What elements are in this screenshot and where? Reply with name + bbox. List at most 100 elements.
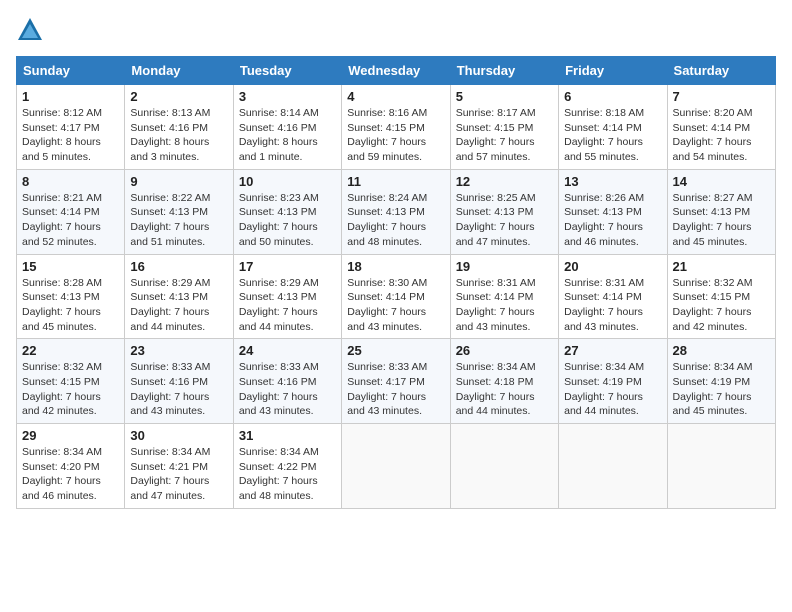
day-info: Sunrise: 8:32 AM Sunset: 4:15 PM Dayligh… xyxy=(22,360,119,419)
calendar-cell: 25Sunrise: 8:33 AM Sunset: 4:17 PM Dayli… xyxy=(342,339,450,424)
day-number: 20 xyxy=(564,259,661,274)
day-number: 10 xyxy=(239,174,336,189)
day-number: 14 xyxy=(673,174,770,189)
weekday-header-saturday: Saturday xyxy=(667,57,775,85)
day-info: Sunrise: 8:28 AM Sunset: 4:13 PM Dayligh… xyxy=(22,276,119,335)
day-number: 23 xyxy=(130,343,227,358)
day-number: 31 xyxy=(239,428,336,443)
day-info: Sunrise: 8:34 AM Sunset: 4:19 PM Dayligh… xyxy=(673,360,770,419)
calendar-cell: 3 Sunrise: 8:14 AM Sunset: 4:16 PM Daylig… xyxy=(233,85,341,170)
calendar-cell xyxy=(559,424,667,509)
weekday-header-monday: Monday xyxy=(125,57,233,85)
day-info: Sunrise: 8:34 AM Sunset: 4:20 PM Dayligh… xyxy=(22,445,119,504)
day-number: 27 xyxy=(564,343,661,358)
day-info: Sunrise: 8:32 AM Sunset: 4:15 PM Dayligh… xyxy=(673,276,770,335)
calendar-cell: 2 Sunrise: 8:13 AM Sunset: 4:16 PM Daylig… xyxy=(125,85,233,170)
calendar-cell: 7Sunrise: 8:20 AM Sunset: 4:14 PM Daylig… xyxy=(667,85,775,170)
day-number: 4 xyxy=(347,89,444,104)
day-number: 30 xyxy=(130,428,227,443)
day-number: 9 xyxy=(130,174,227,189)
calendar-cell: 4 Sunrise: 8:16 AM Sunset: 4:15 PM Daylig… xyxy=(342,85,450,170)
day-info: Sunrise: 8:31 AM Sunset: 4:14 PM Dayligh… xyxy=(564,276,661,335)
calendar-cell: 21 Sunrise: 8:32 AM Sunset: 4:15 PM Dayli… xyxy=(667,254,775,339)
day-info: Sunrise: 8:30 AM Sunset: 4:14 PM Dayligh… xyxy=(347,276,444,335)
weekday-header-thursday: Thursday xyxy=(450,57,558,85)
calendar-cell: 26 Sunrise: 8:34 AM Sunset: 4:18 PM Dayli… xyxy=(450,339,558,424)
calendar-cell: 1 Sunrise: 8:12 AM Sunset: 4:17 PM Daylig… xyxy=(17,85,125,170)
calendar-cell: 27 Sunrise: 8:34 AM Sunset: 4:19 PM Dayli… xyxy=(559,339,667,424)
day-info: Sunrise: 8:34 AM Sunset: 4:19 PM Dayligh… xyxy=(564,360,661,419)
day-info: Sunrise: 8:33 AM Sunset: 4:16 PM Dayligh… xyxy=(239,360,336,419)
day-number: 17 xyxy=(239,259,336,274)
day-info: Sunrise: 8:26 AM Sunset: 4:13 PM Dayligh… xyxy=(564,191,661,250)
day-info: Sunrise: 8:34 AM Sunset: 4:21 PM Dayligh… xyxy=(130,445,227,504)
calendar-cell: 6 Sunrise: 8:18 AM Sunset: 4:14 PM Daylig… xyxy=(559,85,667,170)
day-info: Sunrise: 8:31 AM Sunset: 4:14 PM Dayligh… xyxy=(456,276,553,335)
day-number: 29 xyxy=(22,428,119,443)
calendar-cell: 15 Sunrise: 8:28 AM Sunset: 4:13 PM Dayli… xyxy=(17,254,125,339)
day-info: Sunrise: 8:21 AM Sunset: 4:14 PM Dayligh… xyxy=(22,191,119,250)
calendar-cell: 13Sunrise: 8:26 AM Sunset: 4:13 PM Dayli… xyxy=(559,169,667,254)
day-info: Sunrise: 8:18 AM Sunset: 4:14 PM Dayligh… xyxy=(564,106,661,165)
day-number: 19 xyxy=(456,259,553,274)
calendar-cell: 18 Sunrise: 8:30 AM Sunset: 4:14 PM Dayli… xyxy=(342,254,450,339)
calendar-cell xyxy=(450,424,558,509)
calendar-cell: 19 Sunrise: 8:31 AM Sunset: 4:14 PM Dayli… xyxy=(450,254,558,339)
day-number: 7 xyxy=(673,89,770,104)
weekday-header-friday: Friday xyxy=(559,57,667,85)
day-number: 3 xyxy=(239,89,336,104)
day-number: 5 xyxy=(456,89,553,104)
day-info: Sunrise: 8:24 AM Sunset: 4:13 PM Dayligh… xyxy=(347,191,444,250)
day-number: 21 xyxy=(673,259,770,274)
day-number: 8 xyxy=(22,174,119,189)
calendar-cell: 10 Sunrise: 8:23 AM Sunset: 4:13 PM Dayli… xyxy=(233,169,341,254)
calendar-cell xyxy=(342,424,450,509)
calendar-cell: 17 Sunrise: 8:29 AM Sunset: 4:13 PM Dayli… xyxy=(233,254,341,339)
calendar-cell: 5 Sunrise: 8:17 AM Sunset: 4:15 PM Daylig… xyxy=(450,85,558,170)
calendar-cell: 28 Sunrise: 8:34 AM Sunset: 4:19 PM Dayli… xyxy=(667,339,775,424)
day-info: Sunrise: 8:29 AM Sunset: 4:13 PM Dayligh… xyxy=(130,276,227,335)
calendar-cell xyxy=(667,424,775,509)
day-info: Sunrise: 8:17 AM Sunset: 4:15 PM Dayligh… xyxy=(456,106,553,165)
calendar-cell: 23Sunrise: 8:33 AM Sunset: 4:16 PM Dayli… xyxy=(125,339,233,424)
calendar-cell: 8 Sunrise: 8:21 AM Sunset: 4:14 PM Daylig… xyxy=(17,169,125,254)
calendar-cell: 24 Sunrise: 8:33 AM Sunset: 4:16 PM Dayli… xyxy=(233,339,341,424)
day-number: 26 xyxy=(456,343,553,358)
day-info: Sunrise: 8:25 AM Sunset: 4:13 PM Dayligh… xyxy=(456,191,553,250)
day-number: 6 xyxy=(564,89,661,104)
day-info: Sunrise: 8:34 AM Sunset: 4:18 PM Dayligh… xyxy=(456,360,553,419)
day-info: Sunrise: 8:22 AM Sunset: 4:13 PM Dayligh… xyxy=(130,191,227,250)
weekday-header-wednesday: Wednesday xyxy=(342,57,450,85)
day-number: 22 xyxy=(22,343,119,358)
day-number: 18 xyxy=(347,259,444,274)
day-number: 25 xyxy=(347,343,444,358)
calendar-cell: 20 Sunrise: 8:31 AM Sunset: 4:14 PM Dayli… xyxy=(559,254,667,339)
calendar-cell: 9 Sunrise: 8:22 AM Sunset: 4:13 PM Daylig… xyxy=(125,169,233,254)
day-number: 15 xyxy=(22,259,119,274)
calendar-cell: 29 Sunrise: 8:34 AM Sunset: 4:20 PM Dayli… xyxy=(17,424,125,509)
day-number: 28 xyxy=(673,343,770,358)
logo xyxy=(16,16,48,44)
day-number: 16 xyxy=(130,259,227,274)
calendar-cell: 16 Sunrise: 8:29 AM Sunset: 4:13 PM Dayli… xyxy=(125,254,233,339)
calendar-cell: 22 Sunrise: 8:32 AM Sunset: 4:15 PM Dayli… xyxy=(17,339,125,424)
day-number: 12 xyxy=(456,174,553,189)
weekday-header-sunday: Sunday xyxy=(17,57,125,85)
day-info: Sunrise: 8:16 AM Sunset: 4:15 PM Dayligh… xyxy=(347,106,444,165)
day-info: Sunrise: 8:29 AM Sunset: 4:13 PM Dayligh… xyxy=(239,276,336,335)
day-info: Sunrise: 8:23 AM Sunset: 4:13 PM Dayligh… xyxy=(239,191,336,250)
page-header xyxy=(16,16,776,44)
day-info: Sunrise: 8:27 AM Sunset: 4:13 PM Dayligh… xyxy=(673,191,770,250)
calendar-cell: 14 Sunrise: 8:27 AM Sunset: 4:13 PM Dayli… xyxy=(667,169,775,254)
day-info: Sunrise: 8:14 AM Sunset: 4:16 PM Dayligh… xyxy=(239,106,336,165)
calendar-cell: 11 Sunrise: 8:24 AM Sunset: 4:13 PM Dayli… xyxy=(342,169,450,254)
day-number: 1 xyxy=(22,89,119,104)
calendar-cell: 12 Sunrise: 8:25 AM Sunset: 4:13 PM Dayli… xyxy=(450,169,558,254)
day-number: 11 xyxy=(347,174,444,189)
day-info: Sunrise: 8:34 AM Sunset: 4:22 PM Dayligh… xyxy=(239,445,336,504)
day-info: Sunrise: 8:12 AM Sunset: 4:17 PM Dayligh… xyxy=(22,106,119,165)
day-number: 2 xyxy=(130,89,227,104)
calendar-cell: 30 Sunrise: 8:34 AM Sunset: 4:21 PM Dayli… xyxy=(125,424,233,509)
day-info: Sunrise: 8:13 AM Sunset: 4:16 PM Dayligh… xyxy=(130,106,227,165)
day-number: 24 xyxy=(239,343,336,358)
